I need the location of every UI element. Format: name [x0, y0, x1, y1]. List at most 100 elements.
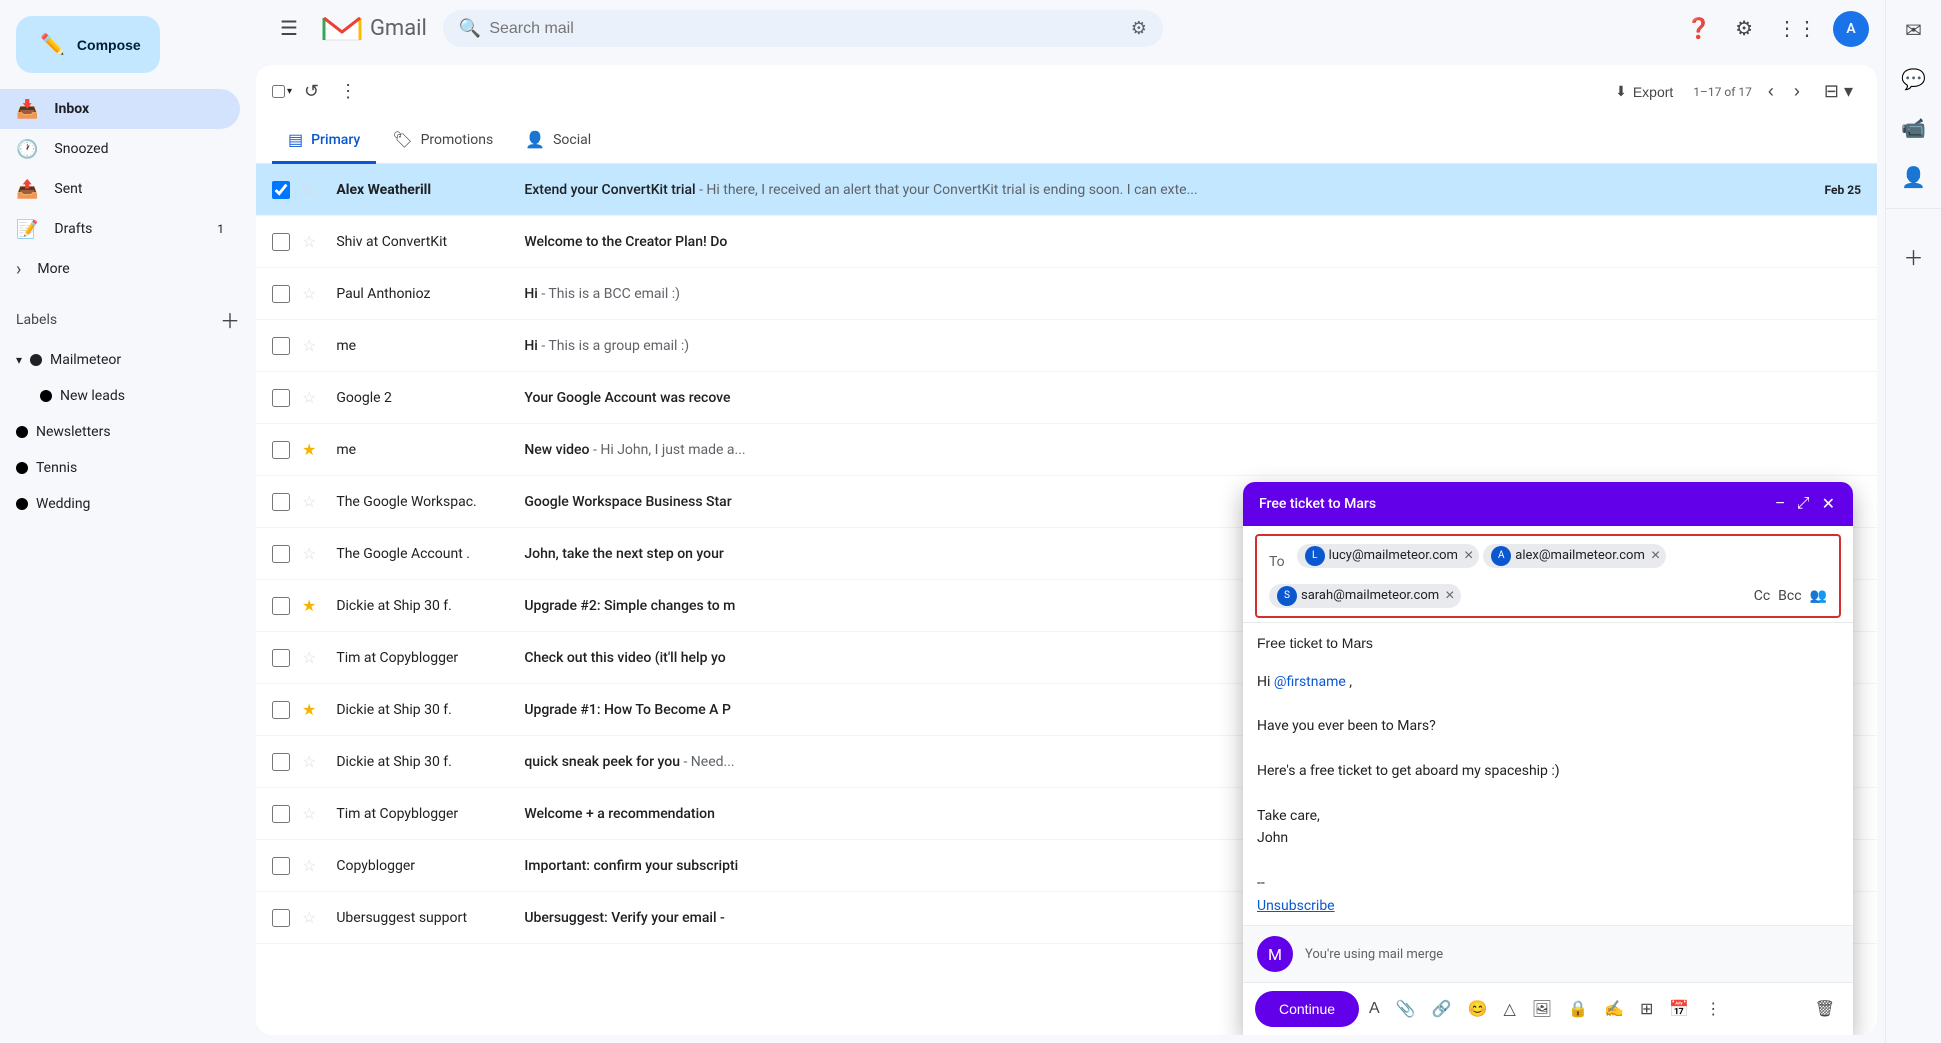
label-item-newsletters[interactable]: Newsletters [0, 414, 240, 450]
delete-compose-button[interactable]: 🗑 [1809, 993, 1841, 1025]
email-checkbox[interactable] [272, 493, 290, 511]
sidebar-item-snoozed[interactable]: 🕐 Snoozed [0, 129, 240, 169]
star-button[interactable]: ★ [298, 696, 320, 724]
refresh-button[interactable]: ↺ [296, 73, 327, 110]
email-checkbox[interactable] [272, 805, 290, 823]
email-checkbox[interactable] [272, 701, 290, 719]
next-page-button[interactable]: › [1786, 73, 1808, 110]
tab-primary[interactable]: ▤ Primary [272, 118, 376, 164]
sarah-email: sarah@mailmeteor.com [1301, 588, 1439, 603]
email-checkbox[interactable] [272, 753, 290, 771]
subject-input[interactable] [1257, 627, 1839, 659]
star-button[interactable]: ☆ [298, 748, 320, 776]
cc-button[interactable]: Cc [1754, 588, 1770, 604]
email-checkbox[interactable] [272, 337, 290, 355]
filter-icon[interactable]: ⚙ [1131, 18, 1147, 39]
star-button[interactable]: ★ [298, 592, 320, 620]
star-button[interactable]: ☆ [298, 228, 320, 256]
email-row[interactable]: ★ me New video - Hi John, I just made a.… [256, 424, 1877, 476]
unsubscribe-link[interactable]: Unsubscribe [1257, 898, 1335, 914]
star-button[interactable]: ☆ [298, 540, 320, 568]
calendar-button[interactable]: 📅 [1663, 993, 1695, 1025]
select-all-checkbox[interactable] [272, 85, 285, 98]
email-checkbox[interactable] [272, 545, 290, 563]
export-button[interactable]: ⬇ Export [1603, 77, 1685, 106]
hamburger-button[interactable]: ☰ [272, 8, 306, 49]
add-label-button[interactable]: ＋ [220, 305, 240, 334]
panel-add-button[interactable]: ＋ [1894, 232, 1934, 281]
star-button[interactable]: ☆ [298, 332, 320, 360]
email-row[interactable]: ☆ Paul Anthonioz Hi - This is a BCC emai… [256, 268, 1877, 320]
prev-page-button[interactable]: ‹ [1760, 73, 1782, 110]
remove-lucy-button[interactable]: × [1462, 548, 1475, 564]
search-input[interactable] [489, 20, 1122, 38]
email-checkbox[interactable] [272, 597, 290, 615]
email-row[interactable]: ☆ Google 2 Your Google Account was recov… [256, 372, 1877, 424]
emoji-button[interactable]: 😊 [1462, 993, 1494, 1025]
people-icon[interactable]: 👥 [1810, 588, 1827, 604]
sidebar-item-inbox[interactable]: 📥 Inbox [0, 89, 240, 129]
star-button[interactable]: ☆ [298, 176, 320, 204]
panel-chat-button[interactable]: 💬 [1891, 57, 1936, 102]
star-button[interactable]: ☆ [298, 644, 320, 672]
compose-button[interactable]: ✏️ Compose [16, 16, 160, 73]
compose-body[interactable]: Hi @firstname , Have you ever been to Ma… [1243, 663, 1853, 925]
label-item-mailmeteor[interactable]: ▾ Mailmeteor [0, 342, 240, 378]
tab-social[interactable]: 👤 Social [509, 118, 607, 164]
sidebar-item-more[interactable]: › More [0, 249, 240, 289]
remove-alex-button[interactable]: × [1649, 548, 1662, 564]
email-checkbox[interactable] [272, 389, 290, 407]
photo-button[interactable]: 🖼 [1526, 993, 1558, 1025]
email-checkbox[interactable] [272, 441, 290, 459]
panel-contacts-button[interactable]: 👤 [1891, 155, 1936, 200]
panel-meet-button[interactable]: 📹 [1891, 106, 1936, 151]
bcc-button[interactable]: Bcc [1778, 588, 1801, 604]
tab-promotions[interactable]: 🏷 Promotions [376, 118, 509, 164]
star-button[interactable]: ☆ [298, 384, 320, 412]
to-field[interactable]: To L lucy@mailmeteor.com × A alex@mailme… [1255, 534, 1841, 618]
compose-close-button[interactable]: ✕ [1820, 492, 1837, 516]
email-checkbox[interactable] [272, 181, 290, 199]
sidebar-item-drafts[interactable]: 📝 Drafts 1 [0, 209, 240, 249]
attach-button[interactable]: 📎 [1390, 993, 1422, 1025]
email-checkbox[interactable] [272, 909, 290, 927]
email-checkbox[interactable] [272, 857, 290, 875]
bold-button[interactable]: A [1363, 994, 1386, 1024]
avatar[interactable]: A [1833, 11, 1869, 47]
star-button[interactable]: ☆ [298, 800, 320, 828]
email-checkbox[interactable] [272, 233, 290, 251]
star-button[interactable]: ☆ [298, 904, 320, 932]
star-button[interactable]: ★ [298, 436, 320, 464]
help-button[interactable]: ❓ [1678, 8, 1719, 49]
email-row[interactable]: ☆ me Hi - This is a group email :) [256, 320, 1877, 372]
more-tools-button[interactable]: ⋮ [1699, 993, 1727, 1025]
dropdown-arrow[interactable]: ▾ [287, 86, 292, 97]
sidebar-item-sent[interactable]: 📤 Sent [0, 169, 240, 209]
label-item-wedding[interactable]: Wedding [0, 486, 240, 522]
email-pane: ▾ ↺ ⋮ ⬇ Export 1–17 of 17 ‹ › [256, 65, 1877, 1035]
continue-button[interactable]: Continue [1255, 991, 1359, 1027]
star-button[interactable]: ☆ [298, 488, 320, 516]
settings-button[interactable]: ⚙ [1727, 8, 1761, 49]
star-button[interactable]: ☆ [298, 852, 320, 880]
star-button[interactable]: ☆ [298, 280, 320, 308]
panel-mail-button[interactable]: ✉ [1895, 8, 1932, 53]
link-button[interactable]: 🔗 [1426, 993, 1458, 1025]
label-item-new-leads[interactable]: New leads [0, 378, 240, 414]
apps-button[interactable]: ⋮⋮ [1769, 8, 1825, 49]
lock-button[interactable]: 🔒 [1562, 993, 1594, 1025]
compose-expand-button[interactable]: ⤢ [1795, 492, 1812, 516]
view-toggle-button[interactable]: ⊟ ▾ [1816, 73, 1861, 110]
email-row[interactable]: ☆ Shiv at ConvertKit Welcome to the Crea… [256, 216, 1877, 268]
remove-sarah-button[interactable]: × [1443, 588, 1456, 604]
select-all-area[interactable]: ▾ [272, 85, 292, 98]
table-button[interactable]: ⊞ [1634, 993, 1659, 1025]
compose-minimize-button[interactable]: − [1773, 492, 1786, 516]
label-item-tennis[interactable]: Tennis [0, 450, 240, 486]
email-row[interactable]: ☆ Alex Weatherill Extend your ConvertKit… [256, 164, 1877, 216]
signature-button[interactable]: ✍ [1598, 993, 1630, 1025]
email-checkbox[interactable] [272, 649, 290, 667]
drive-button[interactable]: △ [1497, 993, 1521, 1025]
email-checkbox[interactable] [272, 285, 290, 303]
more-options-button[interactable]: ⋮ [331, 73, 365, 110]
